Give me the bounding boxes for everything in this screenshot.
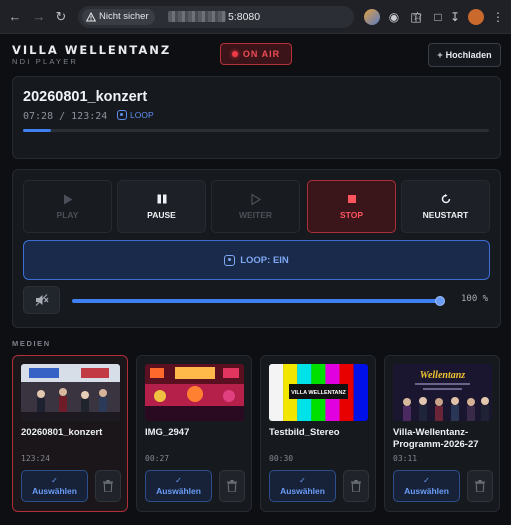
media-name: 20260801_konzert (21, 427, 103, 438)
stop-label: STOP (340, 210, 363, 220)
plus-icon: + (437, 50, 443, 60)
select-button[interactable]: ✓ Auswählen (393, 470, 460, 502)
brand-title: VILLA WELLENTANZ (12, 43, 172, 57)
pause-button[interactable]: PAUSE (117, 180, 206, 233)
media-thumbnail-testcard: VILLA WELLENTANZ (269, 364, 368, 421)
camera-icon[interactable]: ◉ (386, 9, 402, 25)
delete-button[interactable] (467, 470, 493, 502)
download-icon[interactable]: ↧ (447, 9, 463, 25)
controls-card: PLAY PAUSE WEITER STOP NEUSTART LOOP: EI… (12, 169, 501, 328)
now-playing-title: 20260801_konzert (23, 89, 148, 105)
play-button[interactable]: PLAY (23, 180, 112, 233)
speaker-muted-icon (35, 294, 48, 306)
forward-arrow-icon[interactable]: → (30, 8, 48, 26)
address-bar[interactable]: Nicht sicher 5:8080 ☆ (78, 6, 423, 28)
sidebar-icon[interactable]: □ (430, 9, 446, 25)
check-icon: ✓ (51, 476, 58, 485)
upload-label: Hochladen (445, 50, 492, 60)
loop-toggle-label: LOOP: EIN (240, 254, 289, 266)
next-icon (250, 193, 262, 205)
extension-icon[interactable] (364, 9, 380, 25)
url-text: 5:8080 (228, 11, 261, 23)
loop-indicator-label: LOOP (130, 110, 154, 120)
security-label: Nicht sicher (99, 11, 149, 22)
now-playing-card: 20260801_konzert 07:28 / 123:24 LOOP (12, 76, 501, 159)
media-thumbnail-program: Wellentanz (393, 364, 492, 421)
playback-time: 07:28 / 123:24 (23, 111, 108, 122)
loop-indicator: LOOP (117, 110, 154, 120)
live-dot-icon (231, 51, 238, 57)
media-name: IMG_2947 (145, 427, 190, 438)
delete-button[interactable] (95, 470, 121, 502)
media-card[interactable]: VILLA WELLENTANZ Testbild_Stereo 00:30 ✓… (260, 355, 376, 512)
delete-button[interactable] (343, 470, 369, 502)
menu-kebab-icon[interactable]: ⋮ (490, 9, 506, 25)
restart-icon (440, 193, 452, 205)
media-thumbnail-festival (145, 364, 244, 421)
select-label: Auswählen (156, 486, 201, 496)
reload-icon[interactable]: ↻ (52, 8, 70, 26)
select-button[interactable]: ✓ Auswählen (21, 470, 88, 502)
select-label: Auswählen (404, 486, 449, 496)
select-label: Auswählen (32, 486, 77, 496)
volume-slider[interactable] (72, 296, 445, 306)
playback-progress-bar[interactable] (23, 129, 489, 132)
media-name: Testbild_Stereo (269, 427, 340, 438)
testcard-text: VILLA WELLENTANZ (291, 390, 346, 396)
next-label: WEITER (238, 210, 273, 220)
check-icon: ✓ (423, 476, 430, 485)
stop-button[interactable]: STOP (307, 180, 396, 233)
on-air-badge: ON AIR (220, 43, 292, 65)
trash-icon (227, 480, 237, 492)
next-button[interactable]: WEITER (211, 180, 300, 233)
media-card[interactable]: Wellentanz Villa-Wellentanz-Programm-202… (384, 355, 500, 512)
select-button[interactable]: ✓ Auswählen (269, 470, 336, 502)
profile-avatar[interactable] (468, 9, 484, 25)
media-card[interactable]: 20260801_konzert 123:24 ✓ Auswählen (12, 355, 128, 512)
security-chip[interactable]: Nicht sicher (82, 9, 155, 25)
mute-button[interactable] (23, 286, 60, 314)
volume-value: 100 % (461, 294, 489, 304)
loop-toggle-button[interactable]: LOOP: EIN (23, 240, 490, 280)
volume-handle[interactable] (435, 296, 445, 306)
warning-icon (86, 12, 96, 22)
brand-subtitle: NDI PLAYER (12, 57, 79, 66)
media-thumbnail-concert (21, 364, 120, 421)
stop-icon (346, 193, 358, 205)
check-icon: ✓ (175, 476, 182, 485)
media-duration: 00:30 (269, 454, 294, 463)
restart-button[interactable]: NEUSTART (401, 180, 490, 233)
redacted-host (168, 11, 226, 22)
loop-icon (117, 110, 127, 120)
media-heading: MEDIEN (12, 339, 51, 348)
browser-toolbar: ← → ↻ Nicht sicher 5:8080 ☆ ◉ ◫ □ ↧ ⋮ (0, 0, 511, 34)
media-duration: 00:27 (145, 454, 170, 463)
media-card[interactable]: IMG_2947 00:27 ✓ Auswählen (136, 355, 252, 512)
media-duration: 03:11 (393, 454, 418, 463)
trash-icon (103, 480, 113, 492)
on-air-label: ON AIR (242, 49, 281, 59)
delete-button[interactable] (219, 470, 245, 502)
select-label: Auswählen (280, 486, 325, 496)
check-icon: ✓ (299, 476, 306, 485)
volume-fill (72, 299, 442, 303)
upload-button[interactable]: + Hochladen (428, 43, 501, 67)
pause-label: PAUSE (147, 210, 176, 220)
trash-icon (351, 480, 361, 492)
select-button[interactable]: ✓ Auswählen (145, 470, 212, 502)
play-icon (62, 193, 74, 205)
media-name: Villa-Wellentanz-Programm-2026-27 (393, 427, 479, 450)
back-arrow-icon[interactable]: ← (6, 8, 24, 26)
restart-label: NEUSTART (422, 210, 469, 220)
play-label: PLAY (56, 210, 79, 220)
loop-icon (224, 254, 236, 266)
trash-icon (475, 480, 485, 492)
pause-icon (156, 193, 168, 205)
progress-fill (23, 129, 51, 132)
puzzle-extensions-icon[interactable]: ◫ (408, 9, 424, 25)
program-logo-text: Wellentanz (420, 370, 465, 381)
media-duration: 123:24 (21, 454, 50, 463)
